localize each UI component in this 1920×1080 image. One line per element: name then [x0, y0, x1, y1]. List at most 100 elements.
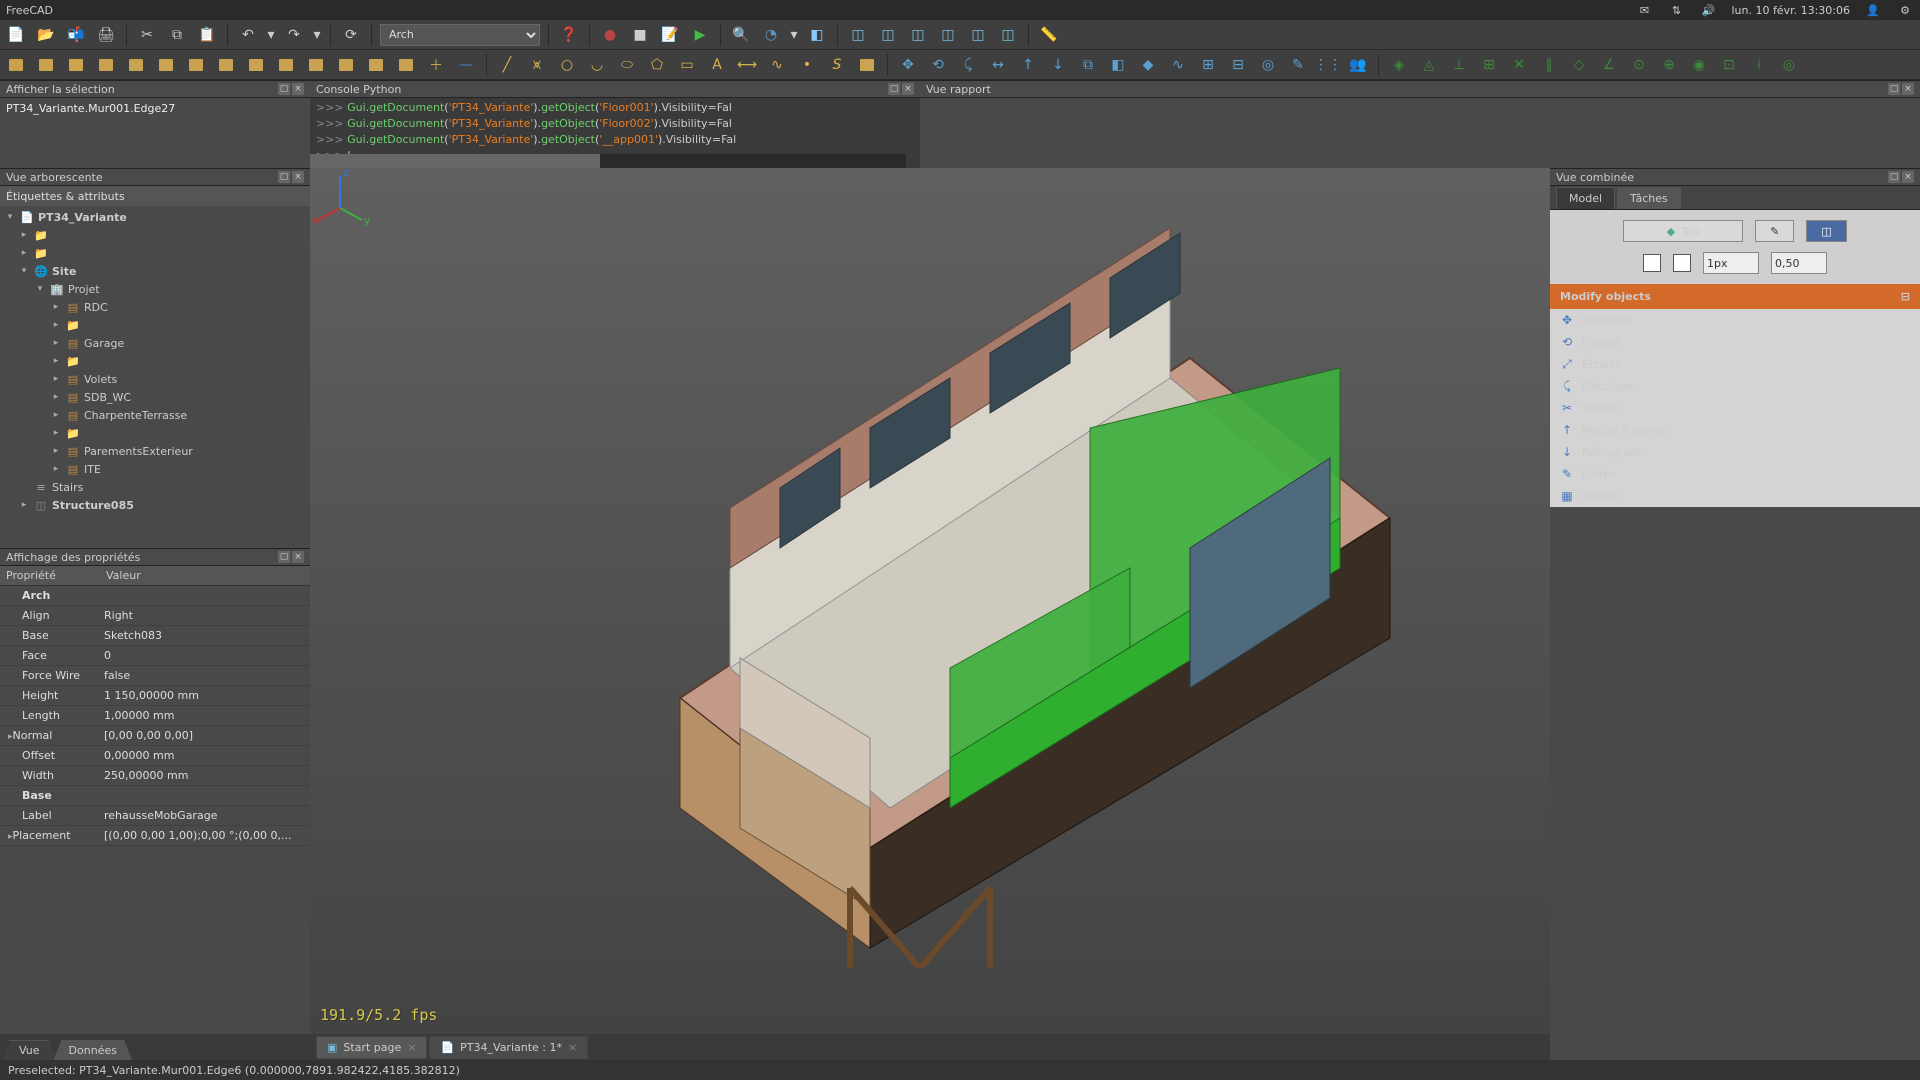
- workbench-selector[interactable]: Arch: [380, 24, 540, 46]
- undo-dropdown[interactable]: ▾: [266, 23, 276, 47]
- close-icon[interactable]: ×: [568, 1041, 577, 1054]
- props-tab-data[interactable]: Données: [54, 1040, 132, 1060]
- property-row[interactable]: Length1,00000 mm: [0, 706, 310, 726]
- arch-space-button[interactable]: [304, 53, 328, 77]
- snap-near-button[interactable]: ◉: [1687, 53, 1711, 77]
- open-recent-button[interactable]: 📬: [64, 23, 88, 47]
- property-row[interactable]: Width250,00000 mm: [0, 766, 310, 786]
- snap-mid-button[interactable]: ◬: [1417, 53, 1441, 77]
- tree-item[interactable]: ▸▤Garage: [0, 334, 310, 352]
- panel-float-button[interactable]: ▢: [1888, 171, 1900, 183]
- property-row[interactable]: Offset0,00000 mm: [0, 746, 310, 766]
- draft-downgrade-button[interactable]: ↓: [1046, 53, 1070, 77]
- viewport-tab-document[interactable]: 📄PT34_Variante : 1*×: [429, 1036, 588, 1059]
- panel-float-button[interactable]: ▢: [278, 83, 290, 95]
- panel-close-button[interactable]: ×: [1902, 171, 1914, 183]
- panel-close-button[interactable]: ×: [902, 83, 914, 95]
- panel-float-button[interactable]: ▢: [278, 171, 290, 183]
- tree-item[interactable]: ▸📁: [0, 352, 310, 370]
- arch-window-button[interactable]: [184, 53, 208, 77]
- arch-building-button[interactable]: [124, 53, 148, 77]
- property-row[interactable]: Height1 150,00000 mm: [0, 686, 310, 706]
- draft-rectangle-button[interactable]: ▭: [675, 53, 699, 77]
- panel-float-button[interactable]: ▢: [888, 83, 900, 95]
- view-bottom-button[interactable]: ◫: [966, 23, 990, 47]
- snap-int-button[interactable]: ✕: [1507, 53, 1531, 77]
- tree-item[interactable]: ▸📁: [0, 424, 310, 442]
- power-icon[interactable]: ⚙: [1896, 1, 1914, 19]
- draft-polygon-button[interactable]: ⬠: [645, 53, 669, 77]
- arch-site-button[interactable]: [154, 53, 178, 77]
- draft-move-button[interactable]: ✥: [896, 53, 920, 77]
- arch-floor-button[interactable]: [94, 53, 118, 77]
- panel-float-button[interactable]: ▢: [278, 551, 290, 563]
- undo-button[interactable]: ↶: [236, 23, 260, 47]
- refresh-button[interactable]: ⟳: [339, 23, 363, 47]
- macro-edit-button[interactable]: 📝: [658, 23, 682, 47]
- drawstyle-button[interactable]: ◔: [759, 23, 783, 47]
- measure-button[interactable]: 📏: [1037, 23, 1061, 47]
- redo-dropdown[interactable]: ▾: [312, 23, 322, 47]
- snap-angle-button[interactable]: ∠: [1597, 53, 1621, 77]
- task-item[interactable]: ⤢Échelle: [1550, 353, 1920, 375]
- working-plane-button[interactable]: ◆Top: [1623, 220, 1743, 242]
- paste-button[interactable]: 📋: [195, 23, 219, 47]
- viewport-tab-start[interactable]: ▣Start page×: [316, 1036, 427, 1059]
- property-row[interactable]: BaseSketch083: [0, 626, 310, 646]
- draft-array-button[interactable]: ⋮⋮: [1316, 53, 1340, 77]
- style-button[interactable]: ✎: [1755, 220, 1794, 242]
- view-right-button[interactable]: ◫: [906, 23, 930, 47]
- draft-facebinder-button[interactable]: [855, 53, 879, 77]
- snap-lock-button[interactable]: ◈: [1387, 53, 1411, 77]
- draft-line-button[interactable]: ╱: [495, 53, 519, 77]
- combo-tab-tasks[interactable]: Tâches: [1617, 187, 1681, 209]
- property-row[interactable]: LabelrehausseMobGarage: [0, 806, 310, 826]
- arch-axis-button[interactable]: [244, 53, 268, 77]
- snap-center-button[interactable]: ⊙: [1627, 53, 1651, 77]
- snap-ortho-button[interactable]: ⊡: [1717, 53, 1741, 77]
- drawstyle-dropdown[interactable]: ▾: [789, 23, 799, 47]
- draft-addpoint-button[interactable]: ⊞: [1196, 53, 1220, 77]
- tree-item[interactable]: ▸▤SDB_WC: [0, 388, 310, 406]
- tree-item[interactable]: ▸▤RDC: [0, 298, 310, 316]
- arch-section-button[interactable]: [214, 53, 238, 77]
- draft-drawing-button[interactable]: ◧: [1106, 53, 1130, 77]
- arch-add-button[interactable]: ＋: [424, 53, 448, 77]
- snap-par-button[interactable]: ∥: [1537, 53, 1561, 77]
- volume-icon[interactable]: 🔊: [1699, 1, 1717, 19]
- draft-point-button[interactable]: •: [795, 53, 819, 77]
- task-item[interactable]: ↑Mettre à niveau: [1550, 419, 1920, 441]
- panel-close-button[interactable]: ×: [292, 171, 304, 183]
- task-item[interactable]: ✂Trimex: [1550, 397, 1920, 419]
- draft-ellipse-button[interactable]: ⬭: [615, 53, 639, 77]
- snap-ext-button[interactable]: ⊕: [1657, 53, 1681, 77]
- task-item[interactable]: ▦Dessin: [1550, 485, 1920, 507]
- panel-close-button[interactable]: ×: [1902, 83, 1914, 95]
- view-front-button[interactable]: ◫: [846, 23, 870, 47]
- fontsize-input[interactable]: [1771, 252, 1827, 274]
- property-row[interactable]: Face0: [0, 646, 310, 666]
- open-file-button[interactable]: 📂: [34, 23, 58, 47]
- draft-dimension-button[interactable]: ⟷: [735, 53, 759, 77]
- task-item[interactable]: ⟲Pivoter: [1550, 331, 1920, 353]
- draft-wire-button[interactable]: ⩙: [525, 53, 549, 77]
- collapse-icon[interactable]: ⊟: [1901, 290, 1910, 303]
- draft-wiretobspline-button[interactable]: ∿: [1166, 53, 1190, 77]
- zoom-fit-button[interactable]: 🔍: [729, 23, 753, 47]
- copy-button[interactable]: ⧉: [165, 23, 189, 47]
- face-color-swatch[interactable]: [1673, 254, 1691, 272]
- snap-grid-button[interactable]: ⊞: [1477, 53, 1501, 77]
- task-item[interactable]: ✎Éditer: [1550, 463, 1920, 485]
- draft-text-button[interactable]: A: [705, 53, 729, 77]
- 3d-viewport[interactable]: 191.9/5.2 fps y x z ▣Start page× 📄PT34_V…: [310, 168, 1550, 1060]
- print-button[interactable]: 🖨: [94, 23, 118, 47]
- property-grid[interactable]: Arch AlignRightBaseSketch083Face0Force W…: [0, 586, 310, 1034]
- user-icon[interactable]: 👤: [1864, 1, 1882, 19]
- draft-trimex-button[interactable]: ↔: [986, 53, 1010, 77]
- arch-stairs-button[interactable]: [334, 53, 358, 77]
- draft-circle-button[interactable]: ○: [555, 53, 579, 77]
- tree-item[interactable]: ▸▤ParementsExterieur: [0, 442, 310, 460]
- arch-rebar-button[interactable]: [64, 53, 88, 77]
- combo-tab-model[interactable]: Model: [1556, 187, 1615, 209]
- arch-wall-button[interactable]: [4, 53, 28, 77]
